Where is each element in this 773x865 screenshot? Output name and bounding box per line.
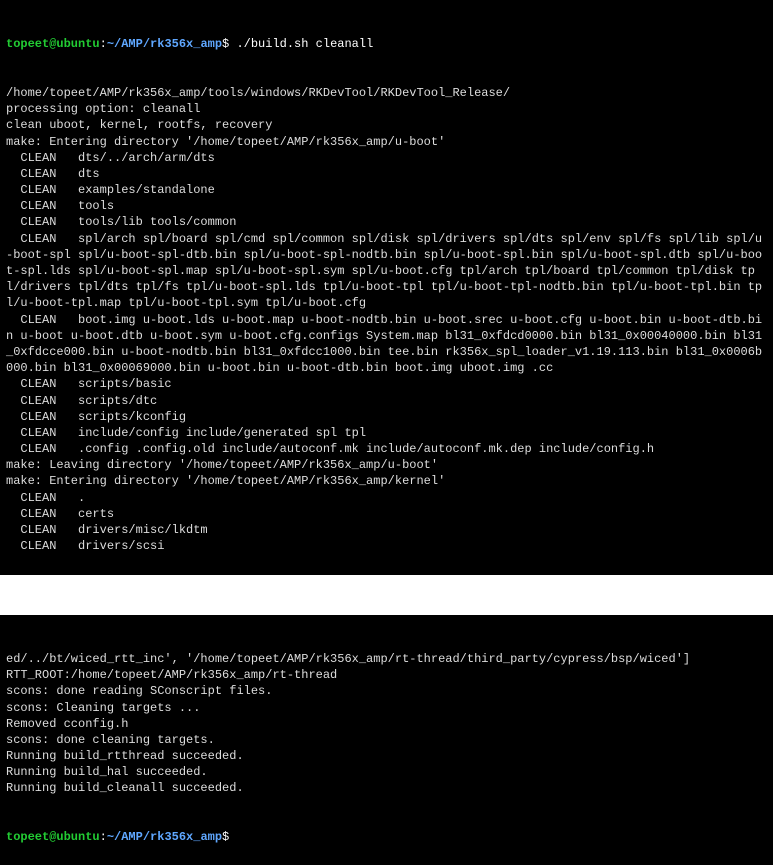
output-line: CLEAN drivers/misc/lkdtm [6,522,767,538]
output-line: Removed cconfig.h [6,716,767,732]
output-line: ed/../bt/wiced_rtt_inc', '/home/topeet/A… [6,651,767,667]
prompt-path: ~/AMP/rk356x_amp [107,37,222,51]
output-line: CLEAN scripts/kconfig [6,409,767,425]
output-line: CLEAN dts [6,166,767,182]
prompt-line-1[interactable]: topeet@ubuntu:~/AMP/rk356x_amp$ ./build.… [6,36,767,52]
output-line: scons: done reading SConscript files. [6,683,767,699]
output-line: /home/topeet/AMP/rk356x_amp/tools/window… [6,85,767,101]
output-line: CLEAN tools/lib tools/common [6,214,767,230]
output-line: clean uboot, kernel, rootfs, recovery [6,117,767,133]
output-line: CLEAN dts/../arch/arm/dts [6,150,767,166]
prompt-dollar: $ [222,830,229,844]
prompt-colon: : [100,37,107,51]
output-lines-bottom: ed/../bt/wiced_rtt_inc', '/home/topeet/A… [6,651,767,797]
terminal-output-bottom: ed/../bt/wiced_rtt_inc', '/home/topeet/A… [0,615,773,865]
command-cursor [229,830,236,844]
output-line: CLEAN drivers/scsi [6,538,767,554]
output-line: scons: Cleaning targets ... [6,700,767,716]
prompt-user-host: topeet@ubuntu [6,37,100,51]
image-gap [0,575,773,615]
prompt-user-host: topeet@ubuntu [6,830,100,844]
output-lines-top: /home/topeet/AMP/rk356x_amp/tools/window… [6,85,767,554]
terminal-output-top: topeet@ubuntu:~/AMP/rk356x_amp$ ./build.… [0,0,773,575]
output-line: CLEAN scripts/dtc [6,393,767,409]
output-line: CLEAN tools [6,198,767,214]
output-line: processing option: cleanall [6,101,767,117]
output-line: CLEAN spl/arch spl/board spl/cmd spl/com… [6,231,767,312]
output-line: RTT_ROOT:/home/topeet/AMP/rk356x_amp/rt-… [6,667,767,683]
prompt-colon: : [100,830,107,844]
output-line: scons: done cleaning targets. [6,732,767,748]
output-line: Running build_hal succeeded. [6,764,767,780]
command-entered: ./build.sh cleanall [229,37,373,51]
output-line: make: Entering directory '/home/topeet/A… [6,134,767,150]
output-line: CLEAN boot.img u-boot.lds u-boot.map u-b… [6,312,767,377]
output-line: CLEAN scripts/basic [6,376,767,392]
output-line: CLEAN examples/standalone [6,182,767,198]
prompt-path: ~/AMP/rk356x_amp [107,830,222,844]
output-line: CLEAN certs [6,506,767,522]
output-line: Running build_rtthread succeeded. [6,748,767,764]
output-line: Running build_cleanall succeeded. [6,780,767,796]
output-line: CLEAN . [6,490,767,506]
output-line: make: Leaving directory '/home/topeet/AM… [6,457,767,473]
output-line: make: Entering directory '/home/topeet/A… [6,473,767,489]
prompt-line-2[interactable]: topeet@ubuntu:~/AMP/rk356x_amp$ [6,829,767,845]
output-line: CLEAN .config .config.old include/autoco… [6,441,767,457]
output-line: CLEAN include/config include/generated s… [6,425,767,441]
